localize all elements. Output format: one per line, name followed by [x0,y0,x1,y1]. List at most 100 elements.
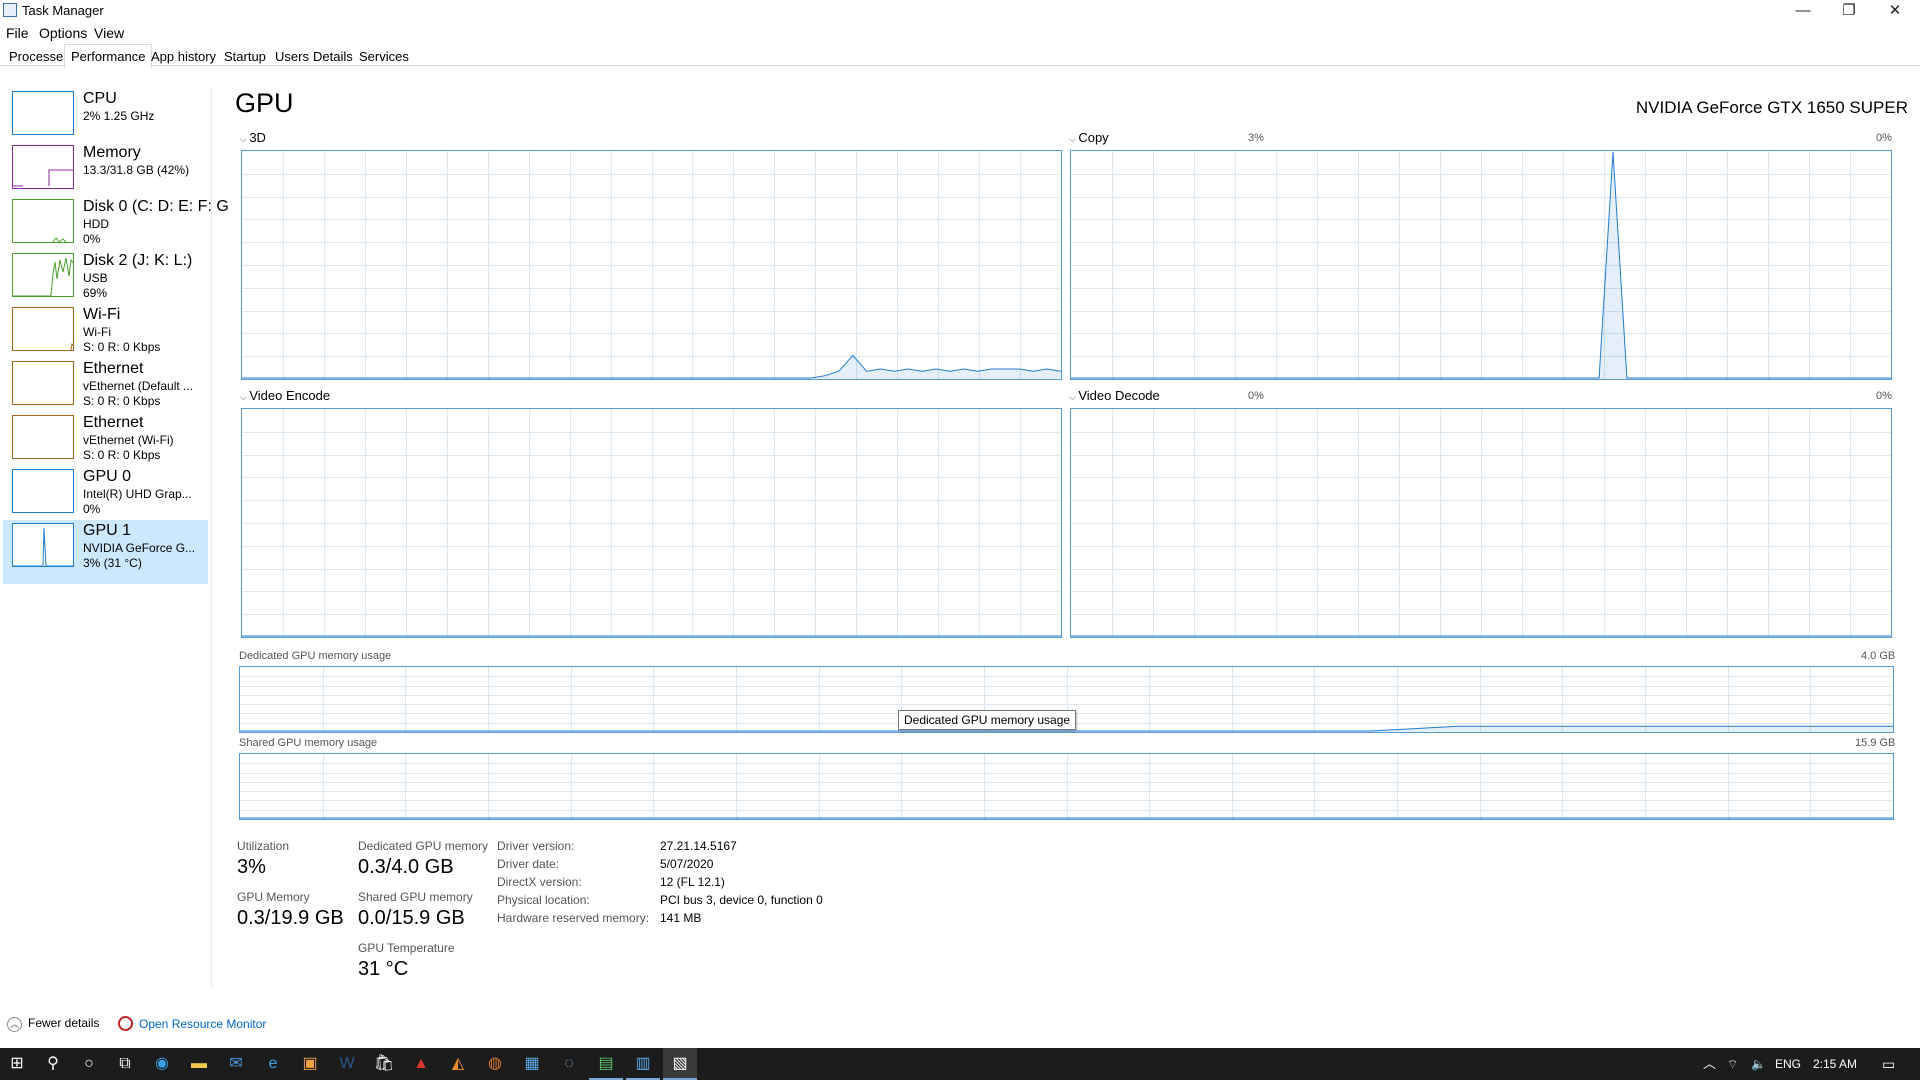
thumbnail-line [70,342,73,350]
detail-value: 5/07/2020 [660,857,714,871]
dedicated-memory-max: 4.0 GB [1861,650,1896,662]
engine-dropdown-video-encode[interactable]: ⌵ Video Encode [240,388,330,403]
gpu-temperature-value: 31 °C [358,958,409,980]
network-icon[interactable]: ⌔ [1727,1048,1738,1080]
calculator-app-icon[interactable]: ▦ [515,1048,549,1080]
chevron-down-icon: ⌵ [1069,392,1079,402]
tab-app-history[interactable]: App history [144,44,223,67]
graph-shared-memory [239,753,1894,820]
sidebar-item-name: Disk 0 (C: D: E: F: G [83,198,229,215]
gpu-memory-label: GPU Memory [237,890,310,904]
shared-memory-stat-value: 0.0/15.9 GB [358,907,465,929]
gpu-panel: GPU NVIDIA GeForce GTX 1650 SUPER ⌵ 3D 3… [213,66,1920,1006]
menu-options[interactable]: Options [39,25,87,41]
sidebar-thumbnail-graph [12,145,74,189]
detail-label: Hardware reserved memory: [497,911,650,925]
cortana-icon[interactable]: ○ [72,1048,106,1080]
menu-file[interactable]: File [6,25,29,41]
open-resource-monitor-link[interactable]: Open Resource Monitor [118,1016,266,1031]
fewer-details-label: Fewer details [28,1016,100,1030]
word-icon[interactable]: W [330,1048,364,1080]
tab-services[interactable]: Services [352,44,416,67]
show-hidden-icons-icon[interactable]: ︿ [1703,1048,1716,1080]
search-icon[interactable]: ⚲ [36,1048,70,1080]
detail-value: 27.21.14.5167 [660,839,737,853]
detail-value: 141 MB [660,911,702,925]
browser-app-icon[interactable]: ◌ [552,1048,586,1080]
engine-max: 0% [1876,390,1892,402]
sidebar-thumbnail-graph [12,361,74,405]
page-title: GPU [235,88,294,118]
clock[interactable]: 2:15 AM [1813,1048,1857,1080]
engine-label: 3D [249,130,266,145]
detail-label: Driver version: [497,839,575,853]
network-app-icon[interactable]: ▥ [626,1048,660,1080]
sidebar-thumbnail-graph [12,415,74,459]
sidebar-item-subtitle: HDD [83,217,109,231]
engine-dropdown-copy[interactable]: ⌵ Copy [1069,130,1109,145]
tab-startup[interactable]: Startup [217,44,273,67]
engine-max: 0% [1876,132,1892,144]
notifications-icon[interactable]: ▭ [1882,1048,1895,1080]
mail-icon[interactable]: ✉ [219,1048,253,1080]
thumbnail-line [13,527,73,566]
menu-view[interactable]: View [94,25,124,41]
sidebar-item-value: 3% (31 °C) [83,556,142,570]
sidebar-thumbnail-graph [12,199,74,243]
engine-max: 3% [1248,132,1264,144]
detail-label: Physical location: [497,893,590,907]
sidebar-item-name: GPU 0 [83,468,132,485]
task-view-icon[interactable]: ⧉ [108,1048,142,1080]
tab-performance[interactable]: Performance [64,44,153,68]
fewer-details-button[interactable]: ︿ Fewer details [7,1016,99,1032]
resource-monitor-icon [118,1016,133,1031]
utilization-value: 3% [237,856,266,878]
chevron-up-circle-icon: ︿ [7,1017,22,1032]
close-button[interactable]: ✕ [1872,0,1918,22]
sidebar-item-subtitle: 13.3/31.8 GB (42%) [83,163,190,177]
restore-button[interactable]: ❐ [1826,0,1872,22]
sidebar-item-subtitle: vEthernet (Wi-Fi) [83,433,174,447]
edge-icon[interactable]: ◉ [145,1048,179,1080]
sidebar-thumbnail-graph [12,91,74,135]
sidebar-item-name: Ethernet [83,360,144,377]
vlc-icon[interactable]: ◭ [441,1048,475,1080]
dedicated-memory-stat-label: Dedicated GPU memory [358,839,489,853]
start-icon[interactable]: ⊞ [0,1048,34,1080]
engine-dropdown-3d[interactable]: ⌵ 3D [240,130,266,145]
sidebar-item-name: Disk 2 (J: K: L:) [83,252,193,269]
language-indicator[interactable]: ENG [1775,1048,1801,1080]
sidebar-item-subtitle: vEthernet (Default ... [83,379,194,393]
sidebar-thumbnail-graph [12,253,74,297]
media-app-icon[interactable]: ▣ [293,1048,327,1080]
minimize-button[interactable]: — [1780,0,1826,22]
file-explorer-icon[interactable]: ▬ [182,1048,216,1080]
remote-desktop-icon[interactable]: ▤ [589,1048,623,1080]
detail-label: DirectX version: [497,875,582,889]
detail-value: 12 (FL 12.1) [660,875,725,889]
engine-dropdown-video-decode[interactable]: ⌵ Video Decode [1069,388,1160,403]
sidebar-item-name: CPU [83,90,117,107]
task-manager-taskbar-icon[interactable]: ▧ [663,1048,697,1080]
sidebar-item-gpu-1[interactable]: GPU 1 NVIDIA GeForce G... 3% (31 °C) [3,520,208,584]
sidebar-item-subtitle: NVIDIA GeForce G... [83,541,196,555]
gpu-temperature-label: GPU Temperature [358,941,455,955]
volume-icon[interactable]: 🔈 [1751,1048,1766,1080]
acrobat-icon[interactable]: ▲ [404,1048,438,1080]
thumbnail-line [13,169,73,187]
game-app-icon[interactable]: ◍ [478,1048,512,1080]
store-icon[interactable]: 🛍 [367,1048,401,1080]
sidebar-thumbnail-graph [12,469,74,513]
sidebar-thumbnail-graph [12,307,74,351]
sidebar-item-subtitle: 2% 1.25 GHz [83,109,155,123]
chevron-down-icon: ⌵ [240,392,250,402]
window-title: Task Manager [22,3,104,18]
engine-label: Video Decode [1078,388,1160,403]
internet-explorer-icon[interactable]: e [256,1048,290,1080]
performance-sidebar: CPU 2% 1.25 GHz Memory 13.3/31.8 GB (42%) Di… [0,88,229,988]
gpu-memory-value: 0.3/19.9 GB [237,907,344,929]
shared-memory-stat-label: Shared GPU memory [358,890,473,904]
sidebar-item-subtitle: USB [83,271,108,285]
chevron-down-icon: ⌵ [1069,134,1079,144]
graph-copy [1070,150,1892,380]
